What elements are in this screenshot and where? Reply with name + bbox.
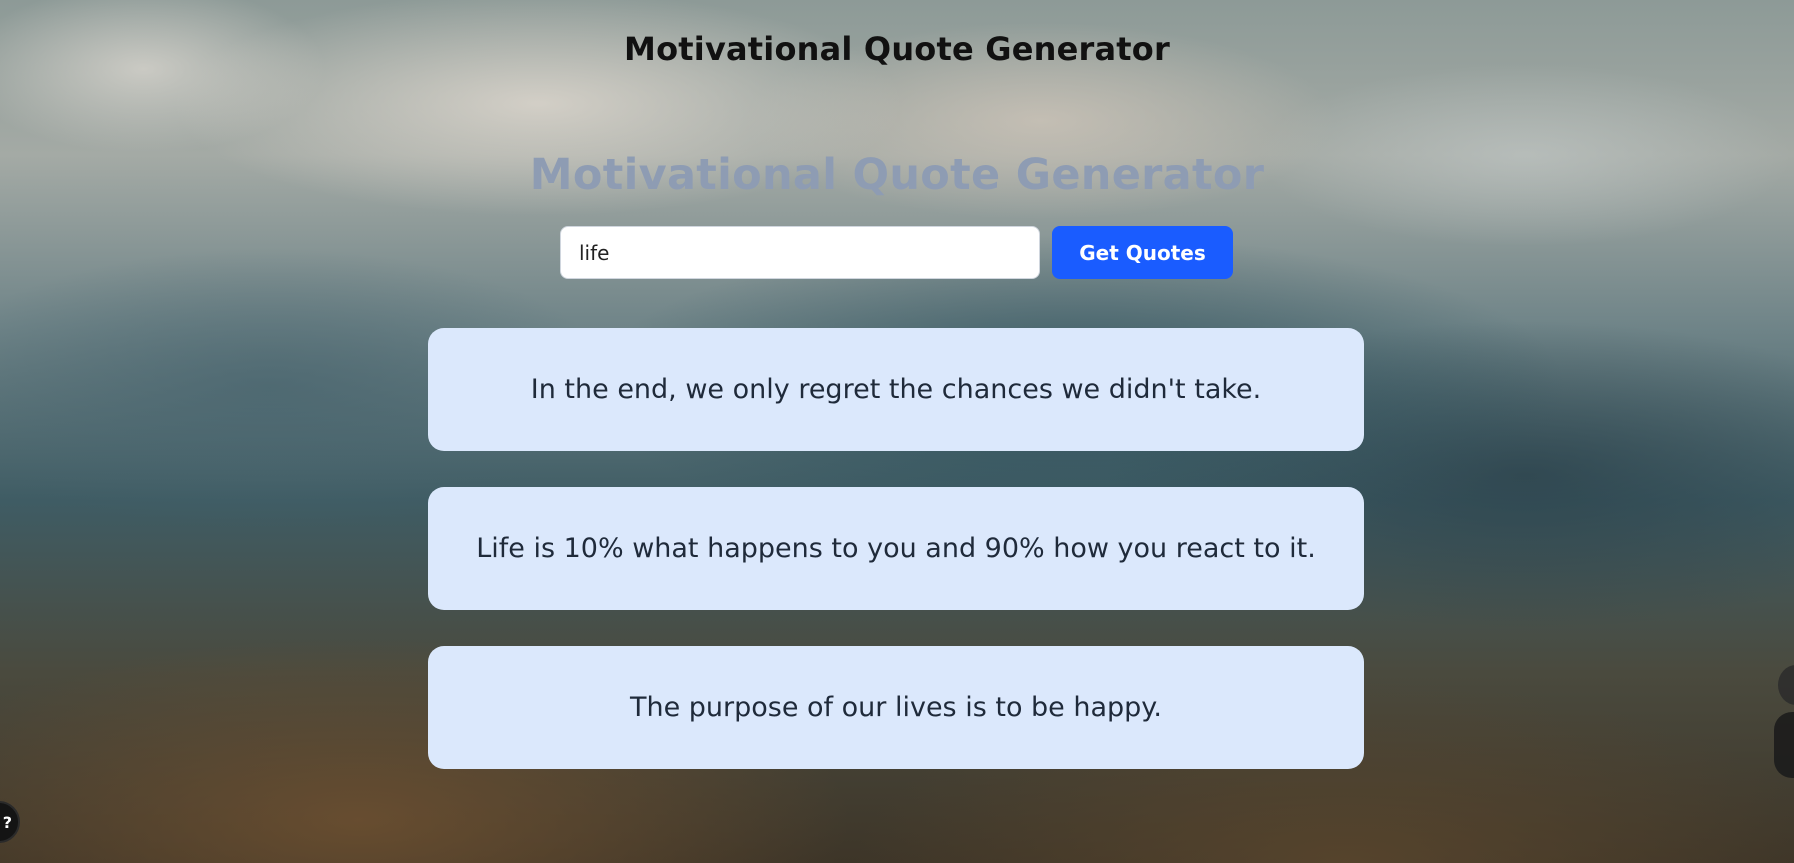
app-title: Motivational Quote Generator	[529, 150, 1265, 200]
quote-card: The purpose of our lives is to be happy.	[428, 646, 1364, 769]
page-header-title: Motivational Quote Generator	[624, 30, 1170, 68]
floating-widget-panel-handle[interactable]	[1774, 712, 1794, 778]
quote-card: In the end, we only regret the chances w…	[428, 328, 1364, 451]
quote-text: Life is 10% what happens to you and 90% …	[476, 533, 1316, 564]
quote-text: The purpose of our lives is to be happy.	[629, 692, 1163, 723]
quote-list: In the end, we only regret the chances w…	[428, 328, 1364, 805]
chat-bubble-glyph: ?	[2, 813, 12, 832]
topic-search-input[interactable]	[560, 226, 1040, 279]
search-row: Get Quotes	[560, 226, 1233, 279]
quote-text: In the end, we only regret the chances w…	[530, 374, 1262, 405]
get-quotes-button[interactable]: Get Quotes	[1052, 226, 1233, 279]
quote-card: Life is 10% what happens to you and 90% …	[428, 487, 1364, 610]
